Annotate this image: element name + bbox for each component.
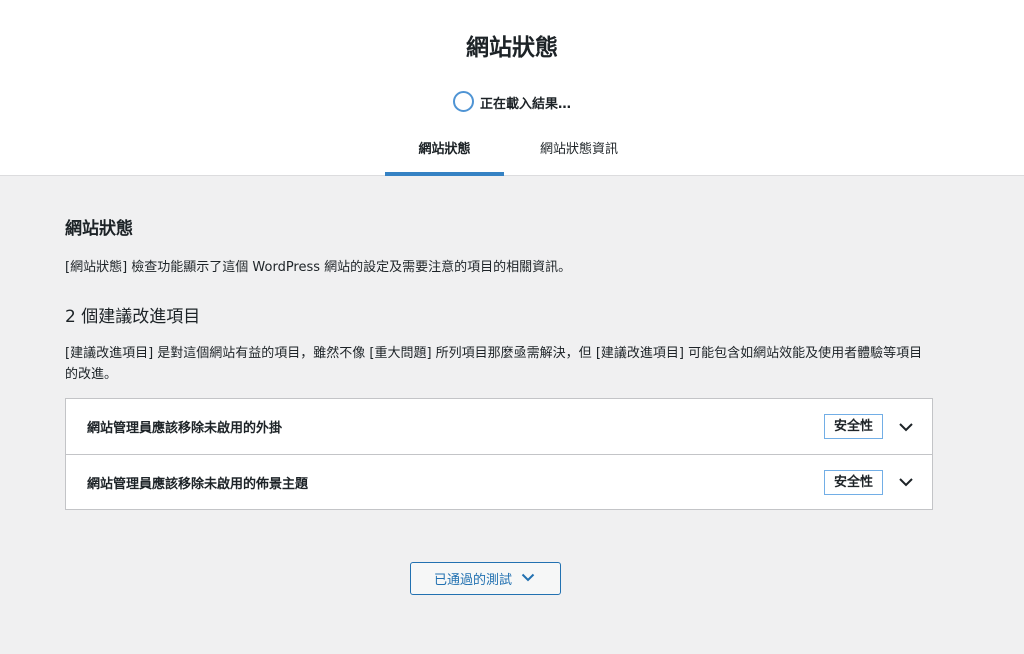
passed-tests-button[interactable]: 已通過的測試 <box>409 562 561 595</box>
health-check-progress: 正在載入結果… <box>0 91 1024 112</box>
security-badge: 安全性 <box>823 469 883 495</box>
recommended-issues-description: [建議改進項目] 是對這個網站有益的項目，雖然不像 [重大問題] 所列項目那麼亟… <box>65 346 923 382</box>
accordion-item-meta: 安全性 <box>823 414 915 439</box>
security-badge: 安全性 <box>823 414 883 439</box>
progress-text: 正在載入結果… <box>479 96 571 112</box>
recommended-issues-heading: 2 個建議改進項目 <box>65 307 201 327</box>
loading-circle-icon <box>452 91 474 112</box>
accordion-item-inactive-plugins[interactable]: 網站管理員應該移除未啟用的外掛 安全性 <box>66 399 932 454</box>
chevron-down-icon[interactable] <box>897 473 915 491</box>
accordion-item-inactive-themes[interactable]: 網站管理員應該移除未啟用的佈景主題 安全性 <box>66 454 932 509</box>
issues-accordion: 網站管理員應該移除未啟用的外掛 安全性 網站管理員應該移除未啟用的佈景主題 安全… <box>65 398 933 510</box>
page-title: 網站狀態 <box>466 35 558 61</box>
main-content: 網站狀態 [網站狀態] 檢查功能顯示了這個 WordPress 網站的設定及需要… <box>0 214 1024 595</box>
site-health-header: 網站狀態 正在載入結果… 網站狀態 網站狀態資訊 <box>0 0 1024 176</box>
tab-site-health[interactable]: 網站狀態 <box>385 121 504 176</box>
section-title: 網站狀態 <box>65 219 133 239</box>
chevron-down-icon[interactable] <box>897 418 915 436</box>
chevron-down-icon <box>520 569 536 588</box>
accordion-item-title: 網站管理員應該移除未啟用的佈景主題 <box>87 476 309 492</box>
passed-tests-wrapper: 已通過的測試 <box>65 562 932 595</box>
accordion-item-meta: 安全性 <box>823 469 915 495</box>
section-description: [網站狀態] 檢查功能顯示了這個 WordPress 網站的設定及需要注意的項目… <box>65 260 572 275</box>
passed-tests-label: 已通過的測試 <box>433 572 512 587</box>
tab-navigation: 網站狀態 網站狀態資訊 <box>0 121 1024 176</box>
accordion-item-title: 網站管理員應該移除未啟用的外掛 <box>87 421 283 436</box>
tab-site-health-info[interactable]: 網站狀態資訊 <box>519 121 639 175</box>
